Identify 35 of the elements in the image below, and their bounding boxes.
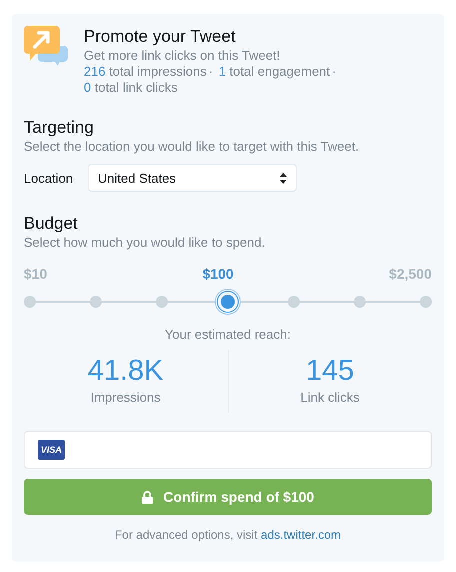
metric-label: Impressions bbox=[90, 390, 161, 405]
location-select[interactable]: United States bbox=[88, 164, 297, 192]
metric-value: 41.8K bbox=[88, 354, 164, 388]
budget-heading: Budget bbox=[24, 214, 79, 234]
select-caret-icon bbox=[280, 172, 287, 184]
targeting-heading: Targeting bbox=[24, 118, 95, 138]
price-label: $10 bbox=[24, 266, 48, 282]
card-brand-badge: VISA bbox=[38, 440, 66, 460]
slider-stop[interactable] bbox=[354, 296, 366, 308]
ads-link[interactable]: ads.twitter.com bbox=[261, 528, 342, 542]
stat-separator: · bbox=[208, 64, 214, 79]
slider-stop[interactable] bbox=[90, 296, 102, 308]
slider-stop[interactable] bbox=[156, 296, 168, 308]
promote-arrow-icon bbox=[24, 26, 68, 66]
price-label: $2,500 bbox=[389, 266, 432, 282]
stat-text: 216 total impressions bbox=[84, 64, 207, 79]
slider-stop[interactable] bbox=[24, 296, 36, 308]
slider-stop[interactable] bbox=[288, 296, 300, 308]
promote-title: Promote your Tweet bbox=[84, 26, 237, 48]
metric-label: Link clicks bbox=[300, 390, 360, 405]
footer-note: For advanced options, visit ads.twitter.com bbox=[114, 528, 342, 542]
lock-icon bbox=[142, 490, 153, 504]
stat-text: 0 total link clicks bbox=[84, 80, 178, 95]
targeting-description: Select the location you would like to target with this Tweet. bbox=[24, 138, 360, 156]
price-label: $100 bbox=[202, 266, 234, 282]
stat-separator: · bbox=[332, 64, 336, 79]
stat-text: 1 total engagement bbox=[218, 64, 330, 79]
reach-title: Your estimated reach: bbox=[164, 327, 292, 342]
slider-stop[interactable] bbox=[420, 296, 432, 308]
payment-card-field[interactable]: VISA bbox=[24, 431, 432, 469]
budget-description: Select how much you would like to spend. bbox=[24, 234, 266, 252]
slider-handle[interactable] bbox=[221, 295, 235, 309]
promote-subtitle: Get more link clicks on this Tweet! bbox=[84, 48, 282, 64]
location-label: Location bbox=[24, 170, 74, 186]
metric-value: 145 bbox=[306, 354, 354, 388]
